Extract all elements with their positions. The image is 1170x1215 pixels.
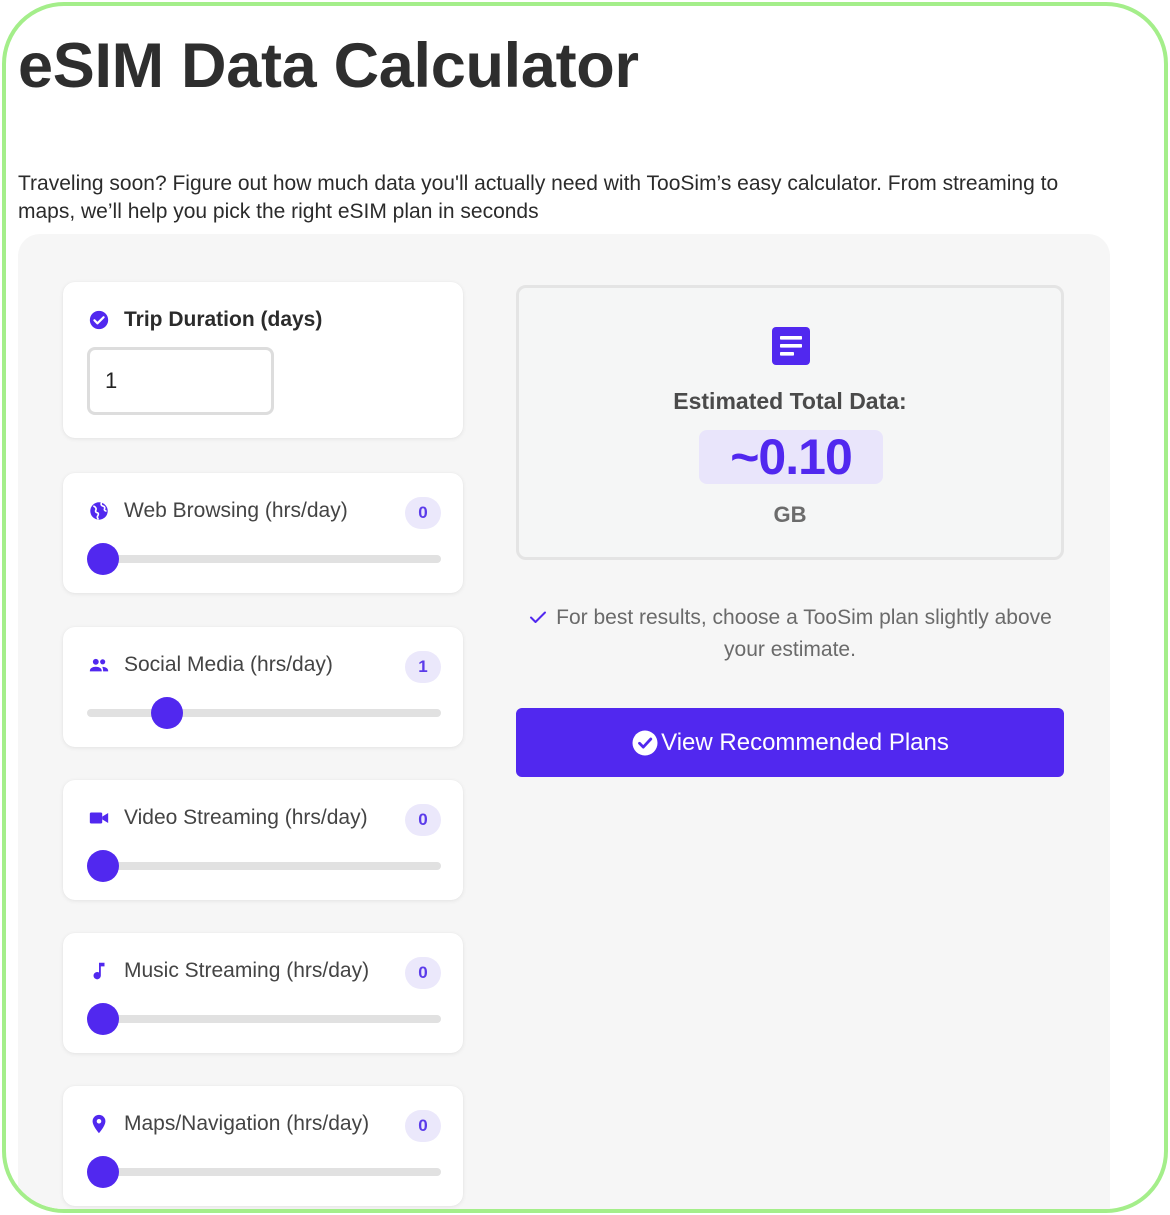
music-streaming-label: Music Streaming (hrs/day) [124,959,370,982]
estimate-value: ~0.10 [699,430,883,484]
page-title: eSIM Data Calculator [18,31,639,101]
web-browsing-slider-track[interactable] [87,543,441,575]
estimate-unit: GB [773,502,807,527]
music-streaming-header: Music Streaming (hrs/day) [88,956,369,986]
maps-navigation-card: Maps/Navigation (hrs/day) 0 [63,1086,463,1206]
check-circle-icon [88,309,110,331]
web-browsing-header: Web Browsing (hrs/day) [88,496,348,526]
video-streaming-card: Video Streaming (hrs/day) 0 [63,780,463,900]
music-streaming-slider-track[interactable] [87,1003,441,1035]
trip-duration-header: Trip Duration (days) [88,305,322,335]
video-streaming-slider-track[interactable] [87,850,441,882]
social-media-value-badge: 1 [405,651,441,683]
social-media-slider-track[interactable] [87,697,441,729]
recommendation-tip: For best results, choose a TooSim plan s… [522,602,1058,666]
video-streaming-label: Video Streaming (hrs/day) [124,806,368,829]
view-recommended-plans-label: View Recommended Plans [661,728,949,756]
video-streaming-slider-thumb[interactable] [87,850,119,882]
map-pin-icon [88,1113,110,1135]
trip-duration-label: Trip Duration (days) [124,308,323,331]
maps-navigation-header: Maps/Navigation (hrs/day) [88,1109,369,1139]
intro-text: Traveling soon? Figure out how much data… [18,172,1059,223]
globe-icon [88,500,110,522]
estimate-result-box: Estimated Total Data: ~0.10 GB [516,285,1064,560]
music-streaming-slider-thumb[interactable] [87,1003,119,1035]
web-browsing-value-badge: 0 [405,497,441,529]
people-icon [88,654,110,676]
maps-navigation-slider-thumb[interactable] [87,1156,119,1188]
trip-duration-input[interactable] [87,347,274,415]
music-streaming-card: Music Streaming (hrs/day) 0 [63,933,463,1053]
checkmark-icon [528,605,548,625]
maps-navigation-label: Maps/Navigation (hrs/day) [124,1112,370,1135]
web-browsing-label: Web Browsing (hrs/day) [124,499,348,522]
document-icon [771,326,811,366]
social-media-card: Social Media (hrs/day) 1 [63,627,463,747]
web-browsing-card: Web Browsing (hrs/day) 0 [63,473,463,593]
view-recommended-plans-button[interactable]: View Recommended Plans [516,708,1064,777]
video-camera-icon [88,807,110,829]
estimate-label: Estimated Total Data: [673,388,907,414]
check-circle-icon [631,729,659,757]
maps-navigation-slider-track[interactable] [87,1156,441,1188]
music-streaming-value-badge: 0 [405,957,441,989]
page-frame: eSIM Data Calculator Traveling soon? Fig… [2,2,1168,1213]
web-browsing-slider-thumb[interactable] [87,543,119,575]
social-media-slider-thumb[interactable] [151,697,184,729]
video-streaming-header: Video Streaming (hrs/day) [88,803,368,833]
music-note-icon [88,960,110,982]
trip-duration-card: Trip Duration (days) [63,282,463,438]
video-streaming-value-badge: 0 [405,804,441,836]
recommendation-tip-text: For best results, choose a TooSim plan s… [556,606,1052,661]
social-media-label: Social Media (hrs/day) [124,653,333,676]
social-media-header: Social Media (hrs/day) [88,650,333,680]
maps-navigation-value-badge: 0 [405,1110,441,1142]
